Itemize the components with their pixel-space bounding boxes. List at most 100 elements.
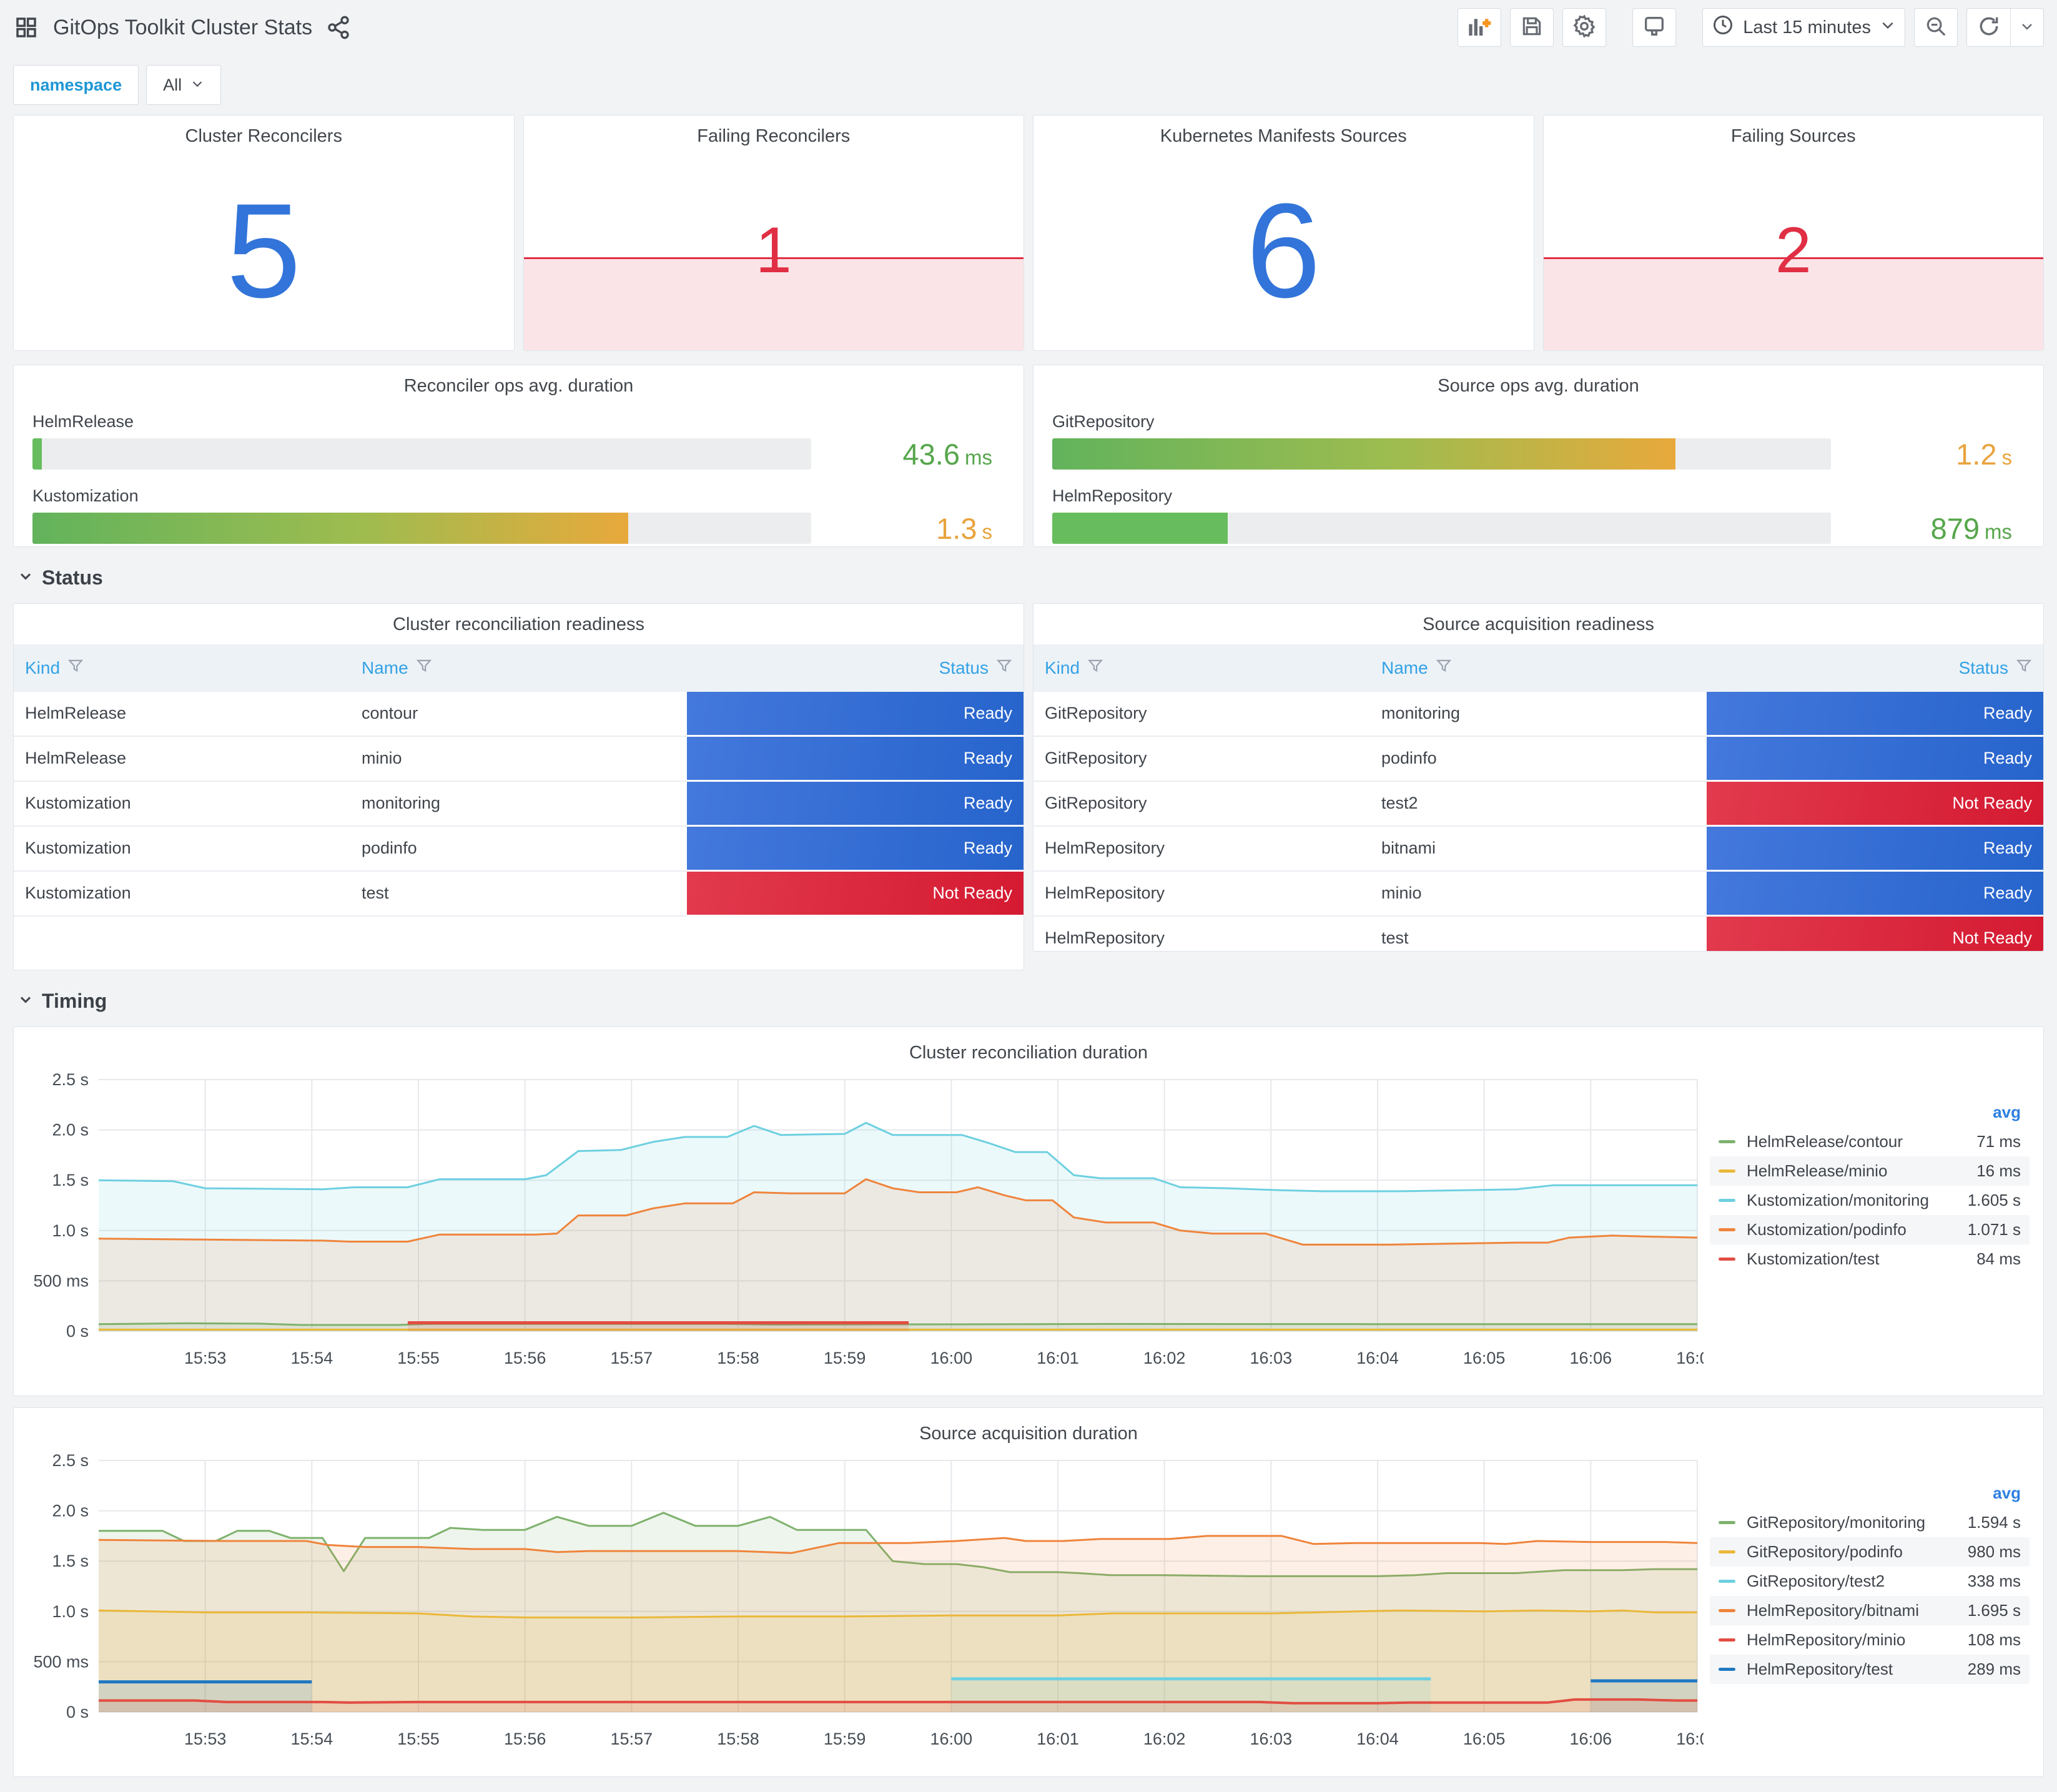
legend-avg-header: avg bbox=[1993, 1483, 2021, 1502]
bar-gauge-row: HelmRelease 43.6 ms bbox=[32, 412, 1005, 471]
cell-kind: HelmRelease bbox=[14, 737, 350, 782]
filter-icon[interactable] bbox=[996, 657, 1012, 678]
cluster-reconciliation-chart-panel: Cluster reconciliation duration 0 s 500 ms… bbox=[13, 1026, 2044, 1396]
cell-name: test bbox=[350, 872, 687, 917]
panel-title[interactable]: Cluster reconciliation readiness bbox=[14, 604, 1024, 636]
legend-series-swatch bbox=[1719, 1520, 1735, 1524]
legend-item[interactable]: Kustomization/test 84 ms bbox=[1710, 1244, 2030, 1274]
legend-series-name[interactable]: HelmRepository/test bbox=[1747, 1660, 1968, 1679]
stat-title[interactable]: Failing Sources bbox=[1544, 116, 2044, 147]
save-dashboard-button[interactable] bbox=[1510, 8, 1554, 47]
filter-icon[interactable] bbox=[67, 657, 84, 678]
legend-item[interactable]: HelmRelease/contour 71 ms bbox=[1710, 1127, 2030, 1156]
stat-title[interactable]: Kubernetes Manifests Sources bbox=[1033, 116, 1534, 147]
legend-item[interactable]: GitRepository/monitoring 1.594 s bbox=[1710, 1508, 2030, 1537]
bar-gauge-fill bbox=[1052, 438, 1675, 470]
legend-series-name[interactable]: Kustomization/monitoring bbox=[1747, 1191, 1968, 1210]
cell-name: contour bbox=[350, 692, 687, 737]
svg-text:15:59: 15:59 bbox=[824, 1730, 866, 1748]
panel-title[interactable]: Source ops avg. duration bbox=[1052, 365, 2025, 397]
refresh-button[interactable] bbox=[1966, 8, 2010, 47]
column-header-name[interactable]: Name bbox=[350, 657, 687, 678]
legend-series-name[interactable]: Kustomization/podinfo bbox=[1747, 1220, 1968, 1239]
legend-item[interactable]: HelmRepository/minio 108 ms bbox=[1710, 1625, 2030, 1655]
legend-series-name[interactable]: GitRepository/test2 bbox=[1747, 1572, 1968, 1591]
cell-kind: HelmRepository bbox=[1033, 917, 1370, 951]
legend-series-name[interactable]: HelmRelease/minio bbox=[1747, 1161, 1976, 1181]
column-header-status[interactable]: Status bbox=[1707, 657, 2043, 678]
bar-gauge-value: 43.6 ms bbox=[902, 437, 992, 471]
cell-status: Ready bbox=[1707, 826, 2043, 872]
legend-series-name[interactable]: HelmRepository/minio bbox=[1747, 1630, 1968, 1650]
svg-text:16:05: 16:05 bbox=[1463, 1730, 1506, 1748]
chart-body: 0 s 500 ms 1.0 s 1.5 s 2.0 s 2.5 s 15:53 15:54 1… bbox=[24, 1064, 2033, 1393]
legend-item[interactable]: HelmRelease/minio 16 ms bbox=[1710, 1156, 2030, 1186]
time-series-plot[interactable]: 0 s 500 ms 1.0 s 1.5 s 2.0 s 2.5 s 15:53 15:54 1… bbox=[24, 1445, 1704, 1774]
dashboard-grid-icon[interactable] bbox=[13, 14, 39, 41]
zoom-out-icon bbox=[1924, 14, 1948, 41]
cell-status: Ready bbox=[1707, 736, 2043, 782]
legend-item[interactable]: GitRepository/test2 338 ms bbox=[1710, 1567, 2030, 1596]
legend-series-name[interactable]: GitRepository/monitoring bbox=[1747, 1513, 1968, 1532]
dashboard-settings-button[interactable] bbox=[1562, 8, 1607, 47]
section-timing-label: Timing bbox=[42, 989, 107, 1012]
svg-text:2.0 s: 2.0 s bbox=[52, 1501, 89, 1520]
column-header-kind[interactable]: Kind bbox=[14, 657, 350, 678]
legend-series-name[interactable]: HelmRelease/contour bbox=[1747, 1132, 1976, 1151]
panel-title[interactable]: Cluster reconciliation duration bbox=[24, 1032, 2033, 1064]
chart-legend: avg GitRepository/monitoring 1.594 s GitRep… bbox=[1704, 1445, 2033, 1774]
time-range-picker[interactable]: Last 15 minutes bbox=[1702, 8, 1905, 47]
filter-icon[interactable] bbox=[2016, 657, 2032, 678]
bar-gauge-label: HelmRepository bbox=[1052, 486, 1173, 505]
legend-item[interactable]: HelmRepository/test 289 ms bbox=[1710, 1654, 2030, 1684]
table-row: Kustomization monitoring Ready bbox=[14, 781, 1024, 827]
legend-item[interactable]: GitRepository/podinfo 980 ms bbox=[1710, 1537, 2030, 1567]
legend-series-swatch bbox=[1719, 1608, 1735, 1612]
bar-gauge-value: 879 ms bbox=[1930, 511, 2012, 545]
legend-item[interactable]: HelmRepository/bitnami 1.695 s bbox=[1710, 1595, 2030, 1625]
legend-series-name[interactable]: HelmRepository/bitnami bbox=[1747, 1601, 1968, 1620]
section-status[interactable]: Status bbox=[17, 564, 2044, 591]
namespace-filter-label[interactable]: namespace bbox=[13, 65, 139, 105]
time-range-label: Last 15 minutes bbox=[1743, 17, 1871, 37]
stat-value: 6 bbox=[1246, 175, 1321, 326]
panel-title[interactable]: Source acquisition readiness bbox=[1033, 604, 2043, 636]
column-header-kind[interactable]: Kind bbox=[1033, 657, 1370, 678]
stat-title[interactable]: Failing Reconcilers bbox=[524, 116, 1024, 147]
legend-item[interactable]: Kustomization/podinfo 1.071 s bbox=[1710, 1214, 2030, 1244]
cell-status: Not Ready bbox=[1707, 916, 2043, 951]
svg-text:16:01: 16:01 bbox=[1037, 1349, 1079, 1367]
share-icon[interactable] bbox=[326, 15, 351, 40]
panel-title[interactable]: Reconciler ops avg. duration bbox=[32, 365, 1005, 397]
add-panel-icon bbox=[1467, 14, 1492, 42]
filter-icon[interactable] bbox=[416, 657, 432, 678]
svg-text:15:54: 15:54 bbox=[291, 1730, 333, 1748]
bar-gauge-fill bbox=[32, 513, 628, 544]
tv-mode-button[interactable] bbox=[1632, 8, 1677, 47]
legend-item[interactable]: Kustomization/monitoring 1.605 s bbox=[1710, 1186, 2030, 1215]
stat-title[interactable]: Cluster Reconcilers bbox=[14, 116, 514, 147]
panel-title[interactable]: Source acquisition duration bbox=[24, 1413, 2033, 1445]
svg-text:15:56: 15:56 bbox=[504, 1349, 546, 1367]
refresh-interval-dropdown[interactable] bbox=[2010, 8, 2044, 47]
section-timing[interactable]: Timing bbox=[17, 988, 2044, 1014]
dashboard-page: GitOps Toolkit Cluster Stats Last 15 min… bbox=[0, 0, 2057, 1792]
column-header-name[interactable]: Name bbox=[1370, 657, 1707, 678]
bar-gauge-label: HelmRelease bbox=[32, 411, 134, 431]
chevron-down-icon bbox=[17, 568, 34, 588]
add-panel-button[interactable] bbox=[1458, 8, 1502, 47]
legend-series-name[interactable]: GitRepository/podinfo bbox=[1747, 1542, 1968, 1562]
filter-icon[interactable] bbox=[1087, 657, 1103, 678]
namespace-filter-selected: All bbox=[163, 75, 182, 94]
zoom-out-button[interactable] bbox=[1914, 8, 1958, 47]
svg-text:0 s: 0 s bbox=[66, 1322, 89, 1341]
namespace-filter-value[interactable]: All bbox=[146, 65, 222, 105]
filter-icon[interactable] bbox=[1436, 657, 1452, 678]
cell-kind: Kustomization bbox=[14, 827, 350, 872]
column-header-status[interactable]: Status bbox=[687, 657, 1024, 678]
time-series-plot[interactable]: 0 s 500 ms 1.0 s 1.5 s 2.0 s 2.5 s 15:53 15:54 1… bbox=[24, 1064, 1704, 1393]
table-row: HelmRelease minio Ready bbox=[14, 736, 1024, 782]
legend-series-name[interactable]: Kustomization/test bbox=[1747, 1249, 1976, 1269]
svg-text:16:07: 16:07 bbox=[1676, 1730, 1704, 1748]
cell-status: Ready bbox=[1707, 871, 2043, 917]
